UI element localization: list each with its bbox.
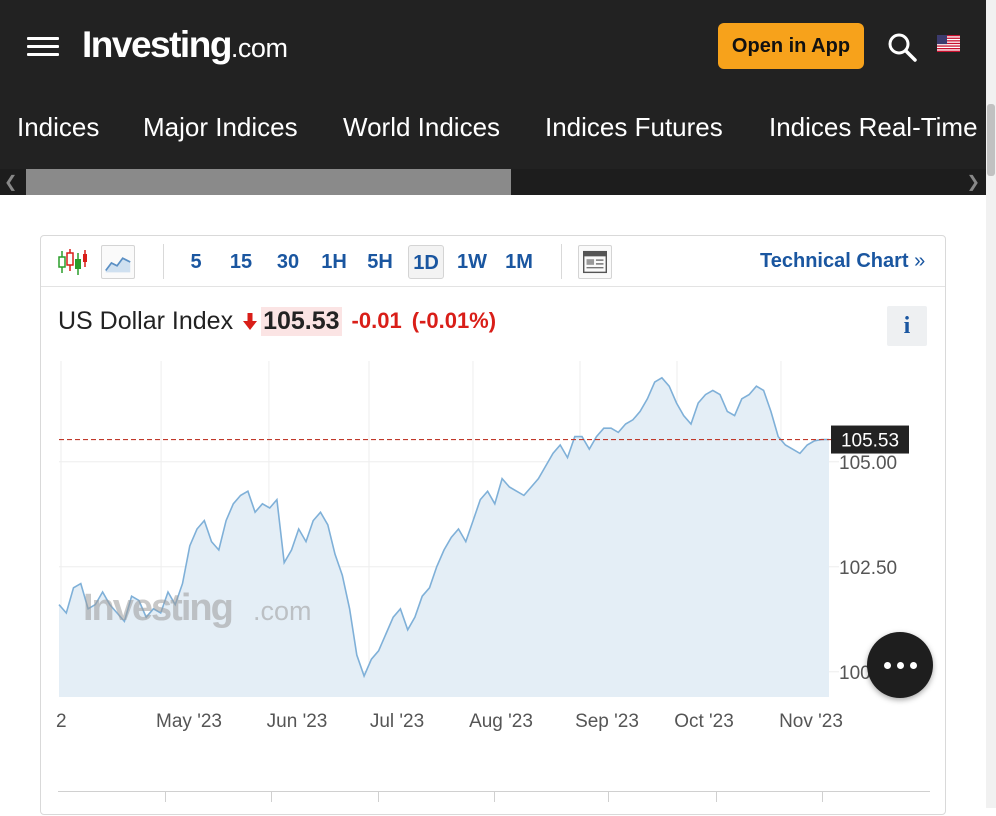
price-chart[interactable]: Investing .com 105.53105.00 102.50 100 2 May '…: [41, 236, 945, 736]
scroll-left-arrow-icon[interactable]: ❮: [4, 172, 17, 192]
y-tick-label: 102.50: [839, 558, 897, 579]
x-tick-label: Sep '23: [575, 711, 639, 732]
us-flag-icon[interactable]: [937, 35, 960, 52]
search-icon[interactable]: [886, 31, 918, 63]
nav-item-indices[interactable]: Indices: [17, 112, 99, 143]
page-scroll-thumb[interactable]: [987, 104, 995, 176]
indices-subnav: Indices Major Indices World Indices Indi…: [0, 92, 986, 169]
more-actions-button[interactable]: [867, 632, 933, 698]
data-table-header: [58, 791, 930, 816]
nav-item-indices-futures[interactable]: Indices Futures: [545, 112, 723, 143]
more-dot: [909, 661, 917, 669]
price-area: [59, 377, 829, 697]
page-scrollbar[interactable]: [986, 0, 996, 808]
x-tick-label: Jul '23: [370, 711, 424, 732]
y-tick-label: 100: [839, 663, 871, 684]
nav-item-major-indices[interactable]: Major Indices: [143, 112, 298, 143]
current-price-label: 105.53: [841, 431, 899, 452]
more-dot: [896, 661, 904, 669]
more-dots-icon: [883, 661, 891, 669]
x-tick-label: 2: [56, 711, 67, 732]
hamburger-menu-icon[interactable]: [27, 37, 59, 57]
x-tick-label: Nov '23: [779, 711, 843, 732]
chart-watermark-suffix: .com: [253, 596, 312, 626]
top-header: Investing.com Open in App: [0, 0, 986, 92]
scroll-right-arrow-icon[interactable]: ❯: [967, 172, 980, 192]
x-tick-label: Aug '23: [469, 711, 533, 732]
chart-card: 5 15 30 1H 5H 1D 1W 1M Technical Chart »…: [40, 235, 946, 815]
y-tick-label: 105.00: [839, 453, 897, 474]
subnav-scroll-thumb[interactable]: [26, 169, 511, 195]
open-in-app-button[interactable]: Open in App: [718, 23, 864, 69]
nav-item-indices-real-time[interactable]: Indices Real-Time: [769, 112, 978, 143]
x-tick-label: Jun '23: [267, 711, 328, 732]
nav-item-world-indices[interactable]: World Indices: [343, 112, 500, 143]
x-tick-label: Oct '23: [674, 711, 734, 732]
chart-watermark: Investing: [83, 587, 232, 629]
x-tick-label: May '23: [156, 711, 222, 732]
subnav-scrollbar[interactable]: ❮ ❯: [0, 169, 986, 195]
site-logo[interactable]: Investing.com: [82, 24, 288, 66]
